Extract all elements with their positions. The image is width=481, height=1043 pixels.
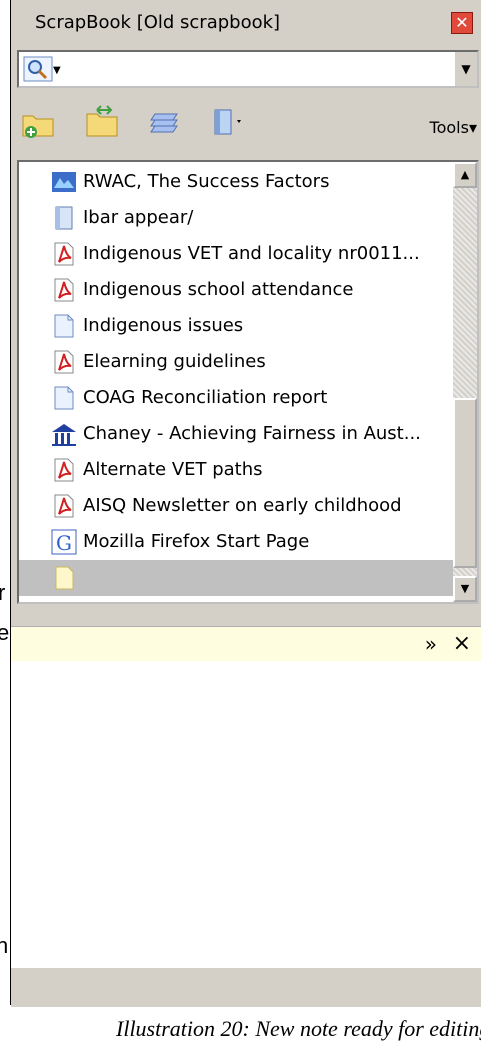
toolbar: Tools▾ bbox=[11, 104, 481, 144]
note-editor-toolbar: » × bbox=[11, 626, 481, 662]
scrapbook-sidebar: ScrapBook [Old scrapbook] ✕ ▼ ▼ Tools▾ R… bbox=[11, 0, 481, 1007]
doc-text-fragment: r bbox=[0, 580, 6, 605]
tree-item-label: RWAC, The Success Factors bbox=[83, 171, 330, 192]
close-sidebar-button[interactable]: ✕ bbox=[451, 12, 473, 34]
scrapbook-tree[interactable]: RWAC, The Success Factors Ibar appear/Ind… bbox=[17, 160, 479, 604]
new-note-icon bbox=[55, 566, 74, 590]
tree-item-label: Elearning guidelines bbox=[83, 351, 266, 372]
tools-menu-button[interactable]: Tools▾ bbox=[430, 118, 477, 137]
pdf-icon bbox=[54, 278, 74, 302]
status-bar bbox=[11, 966, 481, 1007]
search-icon[interactable] bbox=[23, 56, 53, 82]
svg-text:G: G bbox=[56, 531, 72, 555]
google-icon: G bbox=[51, 529, 77, 555]
scrollbar-thumb[interactable] bbox=[453, 398, 477, 568]
note-editor-area[interactable] bbox=[11, 661, 481, 966]
doc-text-fragment: n bbox=[0, 933, 9, 958]
figure-caption: Illustration 20: New note ready for edit… bbox=[116, 1016, 481, 1041]
tree-item[interactable]: G Mozilla Firefox Start Page bbox=[19, 524, 453, 560]
tree-item[interactable]: Indigenous issues bbox=[19, 308, 453, 344]
pdf-icon bbox=[54, 494, 74, 518]
tree-item[interactable]: COAG Reconciliation report bbox=[19, 380, 453, 416]
tree-item[interactable] bbox=[19, 560, 453, 596]
sidebar-title: ScrapBook [Old scrapbook] bbox=[35, 12, 281, 33]
search-input[interactable]: ▼ ▼ bbox=[17, 50, 479, 88]
tree-item[interactable]: Ibar appear/ bbox=[19, 200, 453, 236]
tree-item[interactable]: Alternate VET paths bbox=[19, 452, 453, 488]
note-dropdown-icon[interactable] bbox=[211, 104, 247, 140]
tree-item-label: Indigenous VET and locality nr0011... bbox=[83, 243, 420, 264]
doc-text-fragment: e bbox=[0, 620, 10, 645]
new-folder-icon[interactable] bbox=[21, 104, 57, 140]
tree-item-label: Indigenous school attendance bbox=[83, 279, 354, 300]
tree-item[interactable]: Chaney - Achieving Fairness in Aust... bbox=[19, 416, 453, 452]
sidebar-header: ScrapBook [Old scrapbook] ✕ bbox=[11, 0, 481, 44]
tree-item-label: Chaney - Achieving Fairness in Aust... bbox=[83, 423, 421, 444]
scroll-up-button[interactable]: ▲ bbox=[453, 162, 477, 188]
tree-item[interactable]: AISQ Newsletter on early childhood bbox=[19, 488, 453, 524]
document-gutter bbox=[0, 0, 10, 1043]
site-icon bbox=[52, 172, 76, 192]
tree-item[interactable]: Indigenous VET and locality nr0011... bbox=[19, 236, 453, 272]
tree-item-label: Indigenous issues bbox=[83, 315, 244, 336]
note-icon bbox=[55, 206, 73, 230]
pdf-icon bbox=[54, 242, 74, 266]
pdf-icon bbox=[54, 350, 74, 374]
close-note-button[interactable]: × bbox=[453, 631, 471, 656]
tree-item[interactable]: Elearning guidelines bbox=[19, 344, 453, 380]
page-icon bbox=[54, 386, 74, 410]
tree-item[interactable]: RWAC, The Success Factors bbox=[19, 164, 453, 200]
tree-item-label: COAG Reconciliation report bbox=[83, 387, 328, 408]
page-icon bbox=[54, 314, 74, 338]
tree-item-label: Mozilla Firefox Start Page bbox=[83, 531, 310, 552]
tree-scrollbar[interactable]: ▲ ▼ bbox=[453, 162, 477, 602]
building-icon bbox=[52, 424, 76, 446]
tree-item-label: Alternate VET paths bbox=[83, 459, 263, 480]
tree-item-label: AISQ Newsletter on early childhood bbox=[83, 495, 402, 516]
scroll-down-button[interactable]: ▼ bbox=[453, 576, 477, 602]
pdf-icon bbox=[54, 458, 74, 482]
stack-icon[interactable] bbox=[149, 104, 185, 140]
tree-item-label: Ibar appear/ bbox=[83, 207, 194, 228]
expand-note-button[interactable]: » bbox=[425, 632, 437, 656]
open-folder-icon[interactable] bbox=[85, 104, 121, 140]
tree-item[interactable]: Indigenous school attendance bbox=[19, 272, 453, 308]
search-options-caret-icon[interactable]: ▼ bbox=[53, 65, 61, 76]
search-history-dropdown[interactable]: ▼ bbox=[453, 52, 477, 86]
